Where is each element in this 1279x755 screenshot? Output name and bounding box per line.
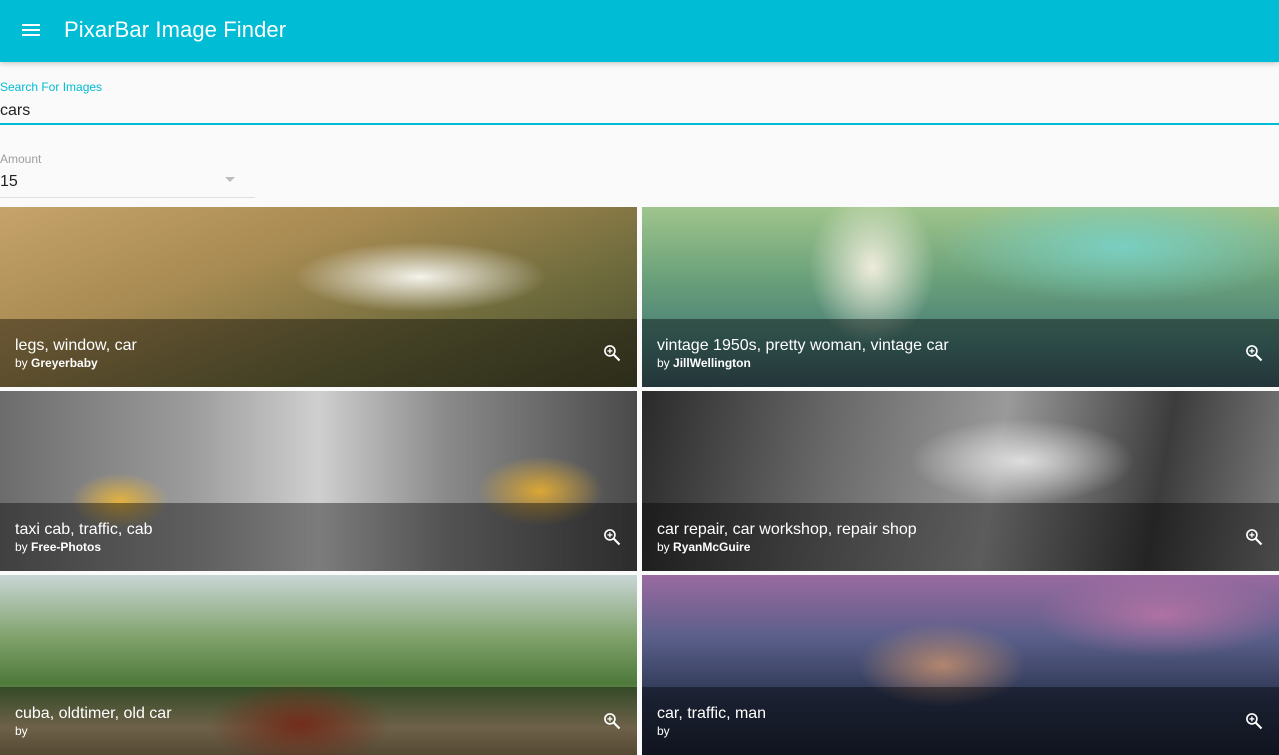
zoom-button[interactable]	[600, 525, 624, 549]
zoom-in-icon	[1246, 713, 1263, 730]
by-label: by	[15, 356, 28, 370]
image-author-line: by Greyerbaby	[15, 356, 98, 370]
app-bar: PixarBar Image Finder	[0, 0, 1279, 62]
image-tile[interactable]: legs, window, car by Greyerbaby	[0, 207, 637, 387]
by-label: by	[657, 540, 670, 554]
image-author-line: by Free-Photos	[15, 540, 101, 554]
author-name: JillWellington	[673, 356, 751, 370]
image-tags: car repair, car workshop, repair shop	[657, 521, 917, 538]
author-name: Free-Photos	[31, 540, 102, 554]
dropdown-arrow-icon[interactable]	[225, 177, 235, 182]
zoom-in-icon	[1246, 529, 1263, 546]
image-tags: vintage 1950s, pretty woman, vintage car	[657, 337, 949, 354]
image-tags: legs, window, car	[15, 337, 137, 354]
image-author-line: by	[15, 724, 28, 738]
app-title: PixarBar Image Finder	[64, 17, 287, 42]
image-tile[interactable]: car repair, car workshop, repair shop by…	[642, 391, 1279, 571]
zoom-button[interactable]	[1242, 525, 1266, 549]
amount-underline	[0, 197, 255, 198]
zoom-in-icon	[1246, 345, 1263, 362]
zoom-in-icon	[604, 345, 621, 362]
by-label: by	[15, 540, 28, 554]
image-author-line: by	[657, 724, 670, 738]
zoom-button[interactable]	[600, 709, 624, 733]
image-tile[interactable]: taxi cab, traffic, cab by Free-Photos	[0, 391, 637, 571]
zoom-in-icon	[604, 529, 621, 546]
image-tags: taxi cab, traffic, cab	[15, 521, 153, 538]
image-author-line: by RyanMcGuire	[657, 540, 750, 554]
menu-button[interactable]	[16, 15, 46, 45]
search-input[interactable]	[0, 99, 1279, 123]
image-tile[interactable]: vintage 1950s, pretty woman, vintage car…	[642, 207, 1279, 387]
by-label: by	[657, 724, 670, 738]
image-author-line: by JillWellington	[657, 356, 751, 370]
zoom-button[interactable]	[600, 341, 624, 365]
search-label: Search For Images	[0, 80, 103, 94]
author-name: RyanMcGuire	[673, 540, 751, 554]
image-grid: legs, window, car by Greyerbaby vintage …	[0, 207, 1279, 755]
menu-icon	[22, 24, 40, 36]
by-label: by	[657, 356, 670, 370]
image-tags: car, traffic, man	[657, 705, 767, 722]
amount-value: 15	[0, 173, 18, 190]
author-name: Greyerbaby	[31, 356, 98, 370]
search-underline	[0, 123, 1279, 125]
zoom-button[interactable]	[1242, 709, 1266, 733]
by-label: by	[15, 724, 28, 738]
zoom-in-icon	[604, 713, 621, 730]
zoom-button[interactable]	[1242, 341, 1266, 365]
image-tile[interactable]: car, traffic, man by	[642, 575, 1279, 755]
image-tile[interactable]: cuba, oldtimer, old car by	[0, 575, 637, 755]
amount-label: Amount	[0, 152, 42, 166]
image-tags: cuba, oldtimer, old car	[15, 705, 172, 722]
